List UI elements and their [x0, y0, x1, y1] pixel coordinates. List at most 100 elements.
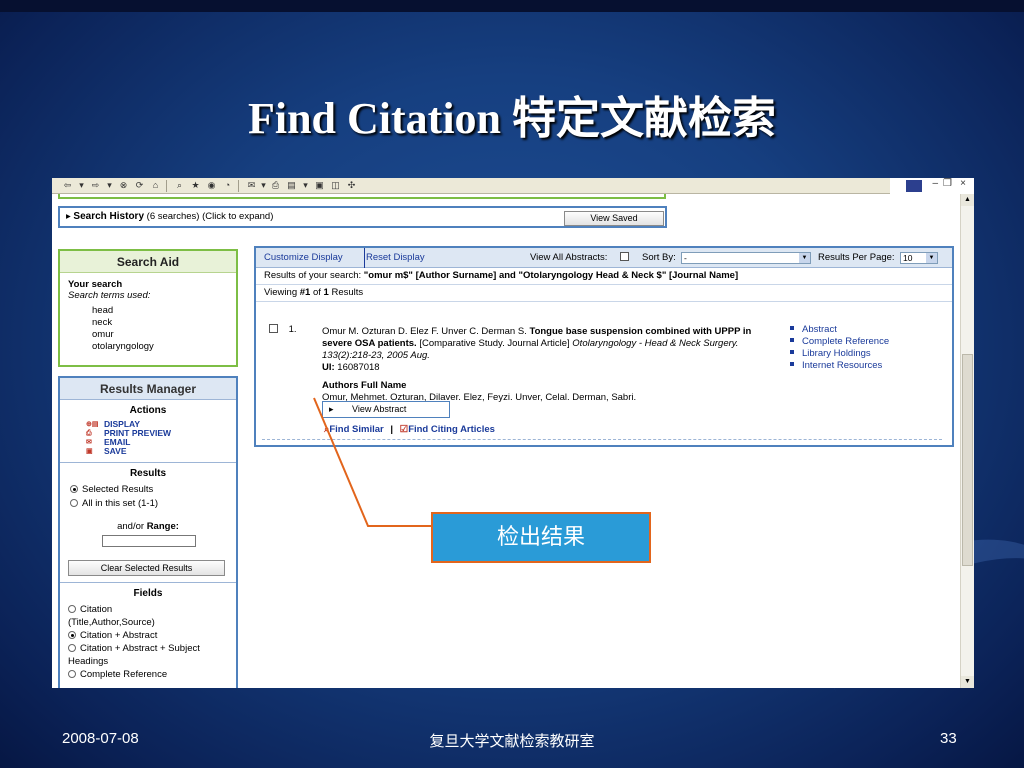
- toolbar-separator: [166, 180, 167, 192]
- email-action[interactable]: ✉ EMAIL: [60, 438, 236, 447]
- abstract-link[interactable]: Abstract: [790, 324, 889, 336]
- edit-icon[interactable]: ▤: [286, 180, 297, 191]
- find-links-row: ⌕Find Similar | ☑Find Citing Articles: [324, 424, 495, 435]
- top-green-strip: [58, 194, 666, 199]
- radio-selected[interactable]: [68, 631, 76, 639]
- toolbar-separator: [238, 180, 239, 192]
- find-similar-link[interactable]: Find Similar: [329, 424, 383, 435]
- find-separator: |: [390, 424, 394, 435]
- citing-articles-icon: ☑: [399, 424, 409, 435]
- sort-by-select[interactable]: - ▼: [681, 252, 811, 264]
- selected-results-option[interactable]: Selected Results: [60, 483, 236, 497]
- find-citing-articles-link[interactable]: Find Citing Articles: [408, 424, 495, 435]
- reset-display-link[interactable]: Reset Display: [364, 248, 425, 268]
- search-term: omur: [92, 329, 114, 340]
- results-manager-panel: Results Manager Actions ⊕▤ DISPLAY ⎙ PRINT…: [58, 376, 238, 688]
- print-preview-icon: ⎙: [86, 430, 92, 437]
- close-icon[interactable]: ×: [960, 178, 966, 189]
- view-all-abstracts-label: View All Abstracts:: [530, 252, 608, 263]
- save-action[interactable]: ▣ SAVE: [60, 447, 236, 456]
- history-icon[interactable]: ◔: [222, 180, 233, 191]
- view-saved-button[interactable]: View Saved: [564, 211, 664, 226]
- record-divider: [262, 439, 942, 440]
- refresh-icon[interactable]: ⟳: [134, 180, 145, 191]
- record-links: Abstract Complete Reference Library Hold…: [790, 324, 889, 372]
- all-in-set-option[interactable]: All in this set (1-1): [60, 497, 236, 511]
- field-citation-option[interactable]: Citation: [60, 603, 236, 616]
- display-icon: ⊕▤: [86, 421, 99, 428]
- messenger-icon[interactable]: ✣: [346, 180, 357, 191]
- radio-unselected[interactable]: [68, 644, 76, 652]
- callout-box: 检出结果: [431, 512, 651, 563]
- field-citation-abstract-subject-option[interactable]: Citation + Abstract + Subject: [60, 642, 236, 655]
- range-input[interactable]: [102, 535, 196, 547]
- save-icon: ▣: [86, 448, 93, 455]
- field-citation-abstract-option[interactable]: Citation + Abstract: [60, 629, 236, 642]
- view-abstract-button[interactable]: ▸ View Abstract: [322, 401, 450, 418]
- search-history-label: Search History: [73, 211, 145, 222]
- view-all-abstracts-checkbox[interactable]: [620, 248, 629, 268]
- forward-dropdown-icon[interactable]: ▾: [104, 180, 115, 191]
- search-history-detail: (6 searches) (Click to expand): [146, 211, 274, 222]
- results-section-title: Results: [129, 468, 167, 479]
- internet-resources-link[interactable]: Internet Resources: [790, 360, 889, 372]
- results-per-page-label: Results Per Page:: [818, 252, 895, 263]
- email-icon: ✉: [86, 439, 92, 446]
- back-dropdown-icon[interactable]: ▾: [76, 180, 87, 191]
- slide-top-band: [0, 0, 1024, 12]
- field-complete-reference-option[interactable]: Complete Reference: [60, 668, 236, 681]
- scroll-up-icon[interactable]: ▲: [961, 194, 974, 206]
- sort-by-label: Sort By:: [642, 252, 676, 263]
- field-citation-desc: (Title,Author,Source): [68, 617, 155, 628]
- viewing-row: Viewing #1 of 1 Results: [256, 285, 952, 302]
- restore-icon[interactable]: ❐: [943, 178, 952, 189]
- radio-unselected[interactable]: [70, 499, 78, 507]
- search-query-row: Results of your search: "omur m$" [Autho…: [256, 268, 952, 285]
- scroll-thumb[interactable]: [962, 354, 973, 566]
- mail-icon[interactable]: ✉: [246, 180, 257, 191]
- search-icon[interactable]: ⌕: [174, 180, 185, 191]
- radio-unselected[interactable]: [68, 605, 76, 613]
- record-number: 1.: [269, 324, 297, 335]
- mail-dropdown-icon[interactable]: ▾: [258, 180, 269, 191]
- chevron-down-icon: ▼: [799, 253, 810, 263]
- radio-selected[interactable]: [70, 485, 78, 493]
- back-icon[interactable]: ⇦: [62, 180, 73, 191]
- your-search-label: Your search: [68, 279, 123, 290]
- complete-reference-link[interactable]: Complete Reference: [790, 336, 889, 348]
- search-terms-label: Search terms used:: [68, 290, 151, 301]
- chevron-down-icon: ▼: [926, 253, 937, 263]
- field-headings-desc: Headings: [68, 656, 109, 667]
- fields-title: Fields: [133, 588, 163, 599]
- favorites-icon[interactable]: ★: [190, 180, 201, 191]
- customize-display-link[interactable]: Customize Display: [264, 248, 343, 268]
- edit-dropdown-icon[interactable]: ▾: [300, 180, 311, 191]
- forward-icon[interactable]: ⇨: [90, 180, 101, 191]
- print-icon[interactable]: ⎙: [270, 180, 281, 191]
- expand-triangle-icon: ▸: [66, 211, 71, 222]
- page-number: 33: [940, 730, 957, 747]
- record-citation: Omur M. Ozturan D. Elez F. Unver C. Derm…: [322, 326, 752, 373]
- search-term: head: [92, 305, 114, 316]
- radio-unselected[interactable]: [68, 670, 76, 678]
- slide-title: Find Citation 特定文献检索: [247, 94, 777, 143]
- window-controls: – ❐ ×: [890, 178, 974, 194]
- media-icon[interactable]: ◉: [206, 180, 217, 191]
- expand-triangle-icon: ▸: [329, 404, 334, 414]
- results-per-page-select[interactable]: 10 ▼: [900, 252, 938, 264]
- search-aid-title: Search Aid: [60, 251, 236, 273]
- discuss-icon[interactable]: ▣: [314, 180, 325, 191]
- research-icon[interactable]: ◫: [330, 180, 341, 191]
- minimize-icon[interactable]: –: [932, 178, 938, 189]
- library-holdings-link[interactable]: Library Holdings: [790, 348, 889, 360]
- print-preview-action[interactable]: ⎙ PRINT PREVIEW: [60, 429, 236, 438]
- clear-selected-results-button[interactable]: Clear Selected Results: [68, 560, 225, 576]
- record-checkbox[interactable]: [269, 324, 278, 333]
- scroll-down-icon[interactable]: ▼: [961, 676, 974, 688]
- search-term: neck: [92, 317, 113, 328]
- results-header-bar: Customize Display Reset Display View All…: [256, 248, 952, 268]
- stop-icon[interactable]: ⊗: [118, 180, 129, 191]
- search-history-bar[interactable]: ▸ Search History (6 searches) (Click to …: [58, 206, 667, 228]
- home-icon[interactable]: ⌂: [150, 180, 161, 191]
- vertical-scrollbar[interactable]: ▲ ▼: [960, 194, 974, 688]
